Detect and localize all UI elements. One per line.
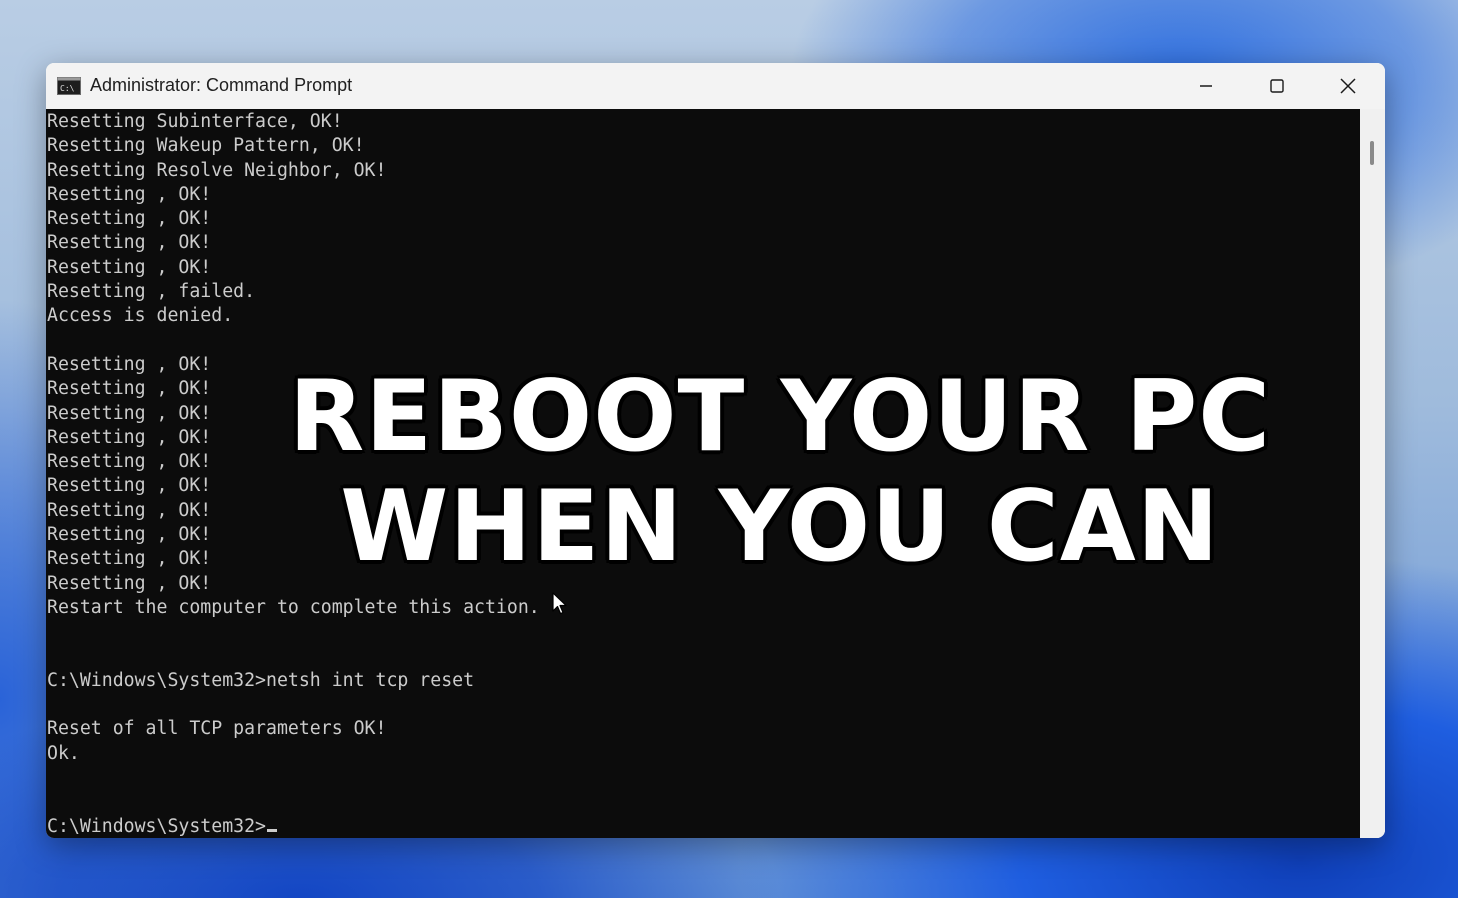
caption-line-1: REBOOT YOUR PC [288, 360, 1272, 474]
console-line: Resetting , OK! [47, 232, 212, 254]
console-prompt-line[interactable]: C:\Windows\System32> [47, 815, 540, 838]
close-button[interactable] [1313, 63, 1383, 109]
minimize-icon [1200, 85, 1212, 87]
cmd-icon: C:\ [57, 77, 81, 95]
console-line: Ok. [47, 742, 80, 764]
close-icon [1340, 78, 1356, 94]
console-line: Resetting Subinterface, OK! [47, 111, 343, 132]
caption-overlay: REBOOT YOUR PC WHEN YOU CAN [280, 362, 1280, 582]
console-line: Resetting , OK! [47, 256, 212, 278]
console-line: Resetting Wakeup Pattern, OK! [47, 135, 365, 157]
console-line: Reset of all TCP parameters OK! [47, 718, 387, 740]
console-line: Resetting Resolve Neighbor, OK! [47, 159, 387, 181]
window-title: Administrator: Command Prompt [90, 75, 353, 95]
console-line: C:\Windows\System32>netsh int tcp reset [47, 669, 475, 691]
console-line: Restart the computer to complete this ac… [47, 596, 540, 618]
text-cursor [267, 828, 277, 832]
maximize-button[interactable] [1242, 63, 1312, 109]
console-prompt: C:\Windows\System32> [47, 815, 266, 837]
mouse-pointer-icon [552, 592, 567, 615]
caption-line-2: WHEN YOU CAN [340, 470, 1220, 584]
maximize-icon [1270, 79, 1284, 93]
minimize-button[interactable] [1171, 63, 1241, 109]
console-line: Resetting , OK! [47, 208, 212, 230]
svg-text:C:\: C:\ [60, 84, 75, 93]
console-line: Resetting , failed. [47, 281, 256, 303]
console-line: Resetting , OK! [47, 183, 212, 205]
vertical-scrollbar[interactable] [1360, 109, 1385, 838]
console-line: Access is denied. [47, 305, 234, 327]
title-bar[interactable]: C:\ Administrator: Command Prompt [46, 63, 1385, 109]
scrollbar-thumb[interactable] [1370, 141, 1374, 165]
